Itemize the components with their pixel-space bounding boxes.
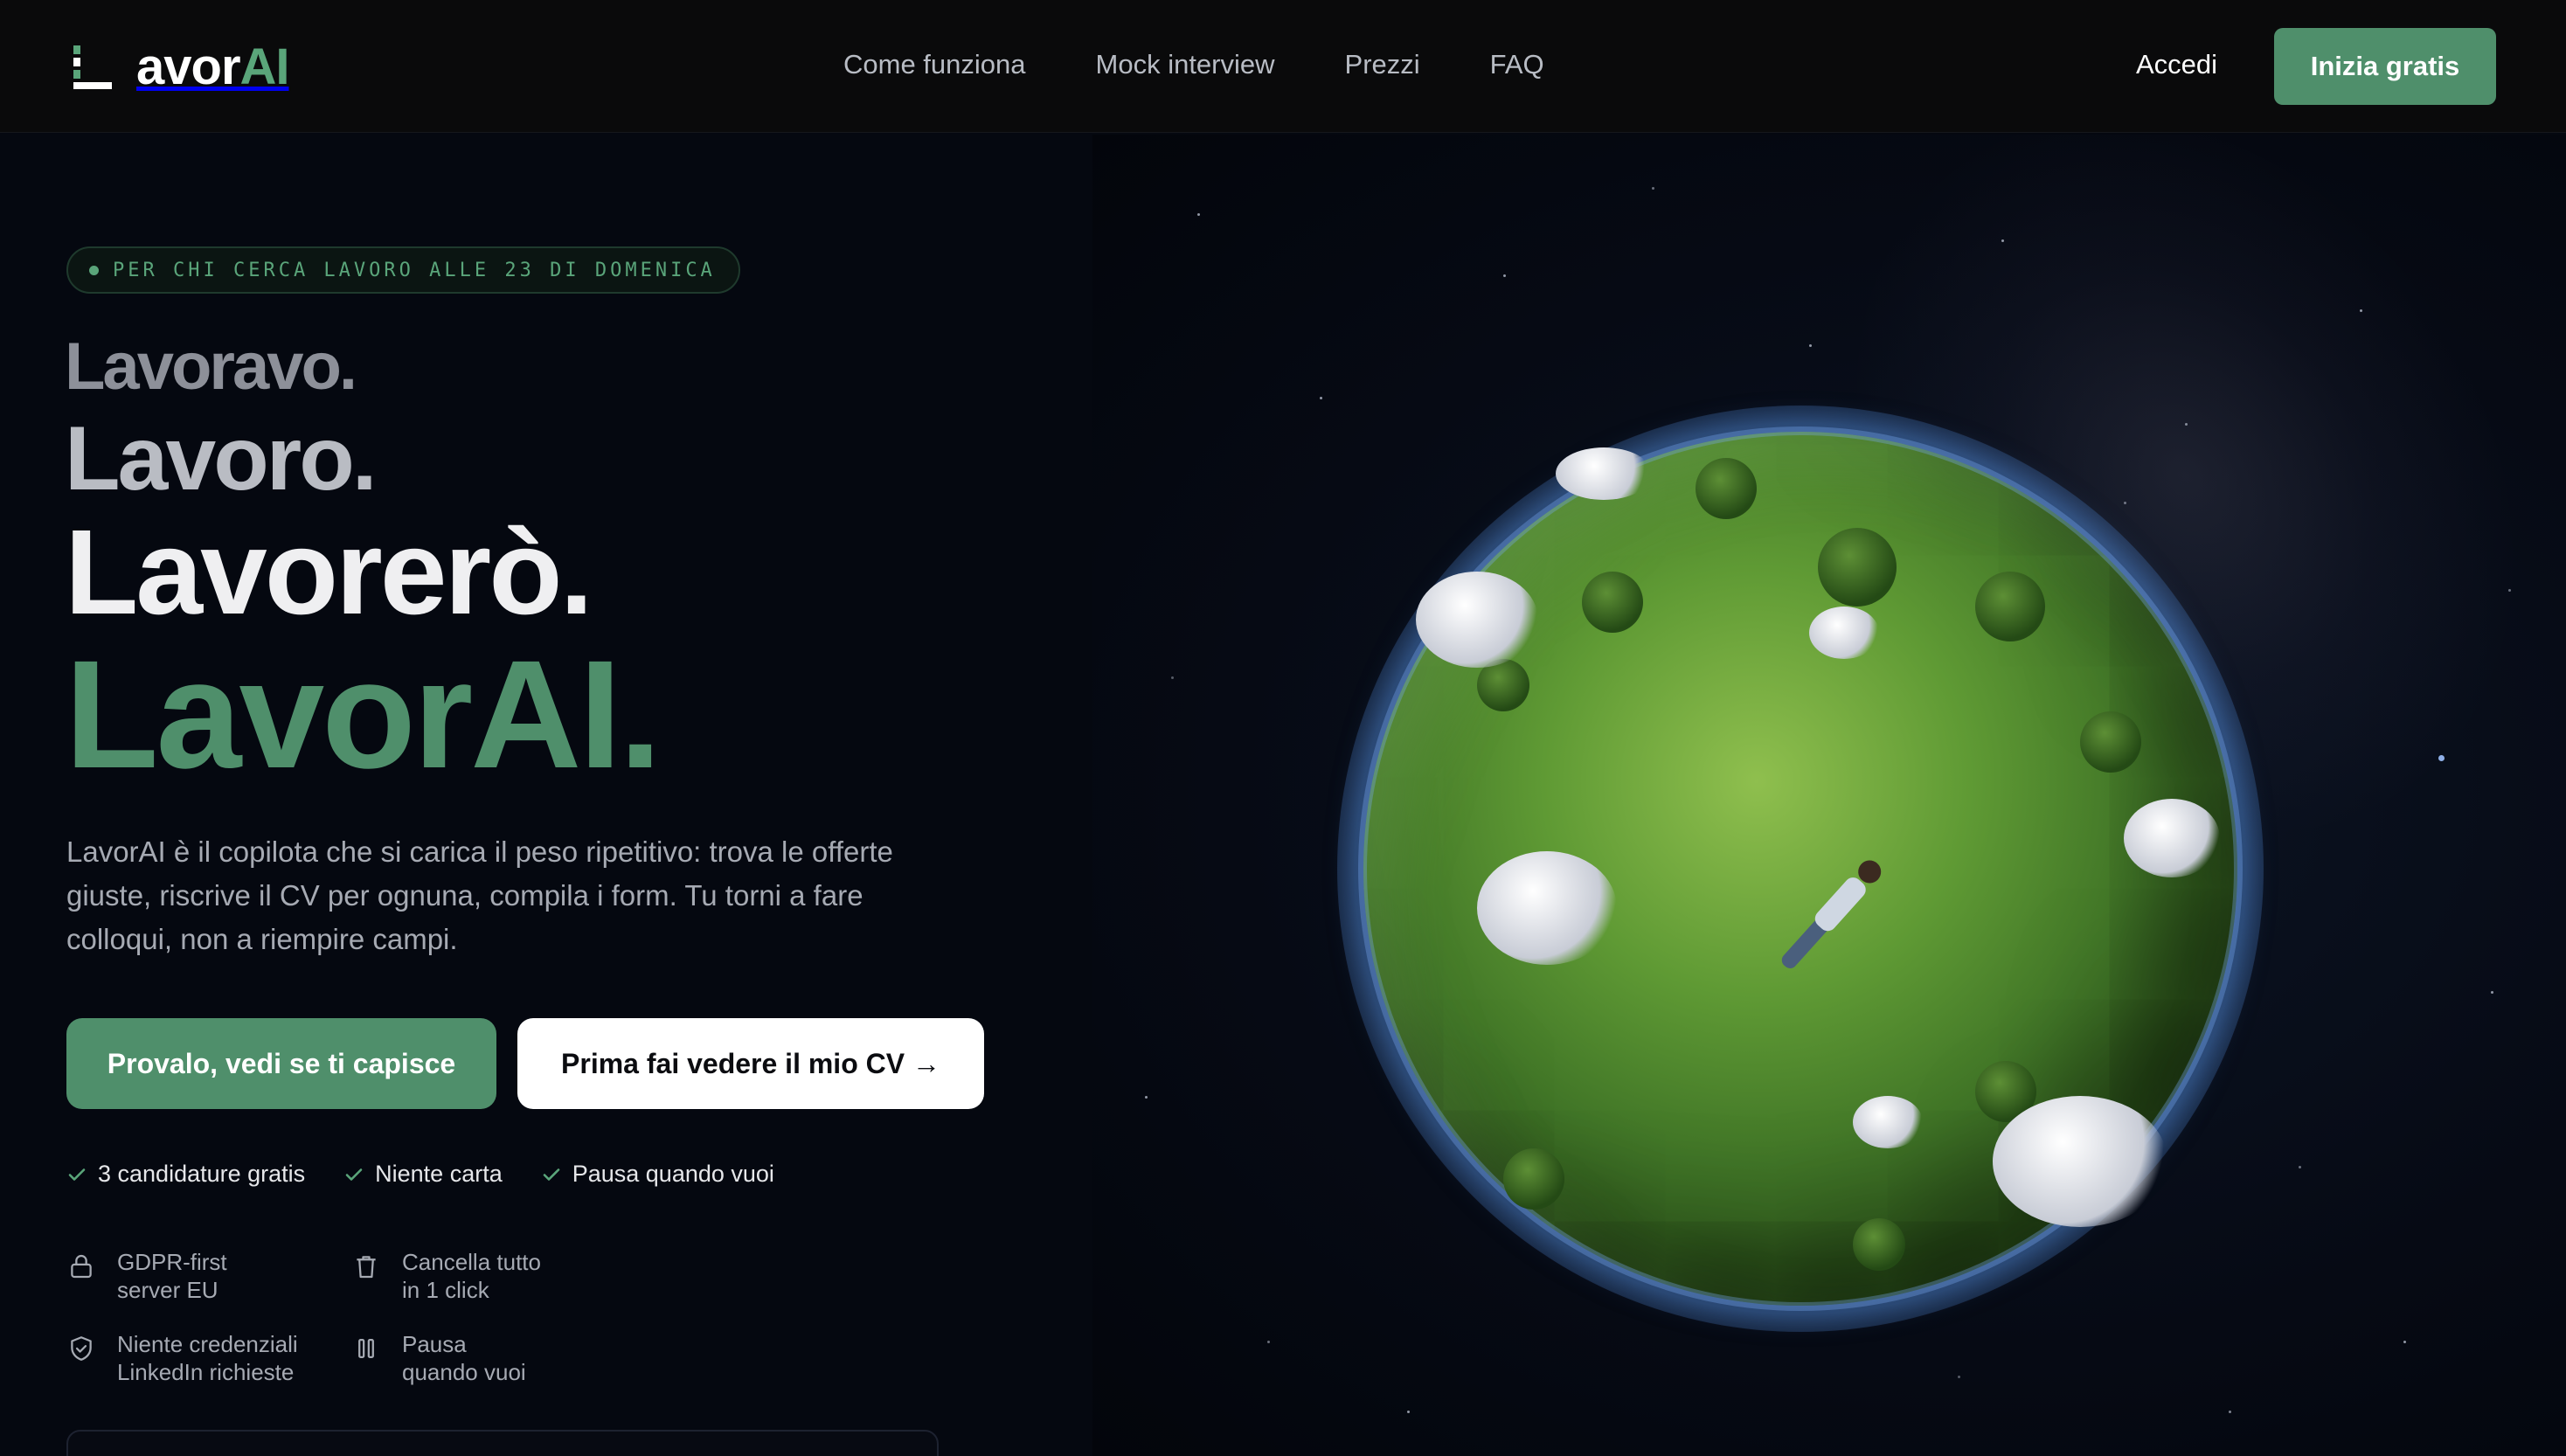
main-nav: Come funziona Mock interview Prezzi FAQ	[843, 49, 1544, 80]
show-cv-button[interactable]: Prima fai vedere il mio CV →	[517, 1018, 984, 1109]
try-it-button[interactable]: Provalo, vedi se ti capisce	[66, 1018, 496, 1109]
login-link[interactable]: Accedi	[2136, 49, 2217, 80]
bottom-card-partial	[66, 1430, 939, 1456]
audience-badge: PER CHI CERCA LAVORO ALLE 23 DI DOMENICA	[66, 246, 740, 294]
nav-link-mock-interview[interactable]: Mock interview	[1096, 49, 1275, 80]
check-item: Niente carta	[343, 1161, 503, 1188]
start-free-button[interactable]: Inizia gratis	[2274, 28, 2496, 105]
check-item: Pausa quando vuoi	[541, 1161, 774, 1188]
headline-brand: LavorAI.	[65, 629, 662, 801]
trash-icon	[357, 1256, 376, 1279]
logo-mark-icon	[70, 44, 114, 89]
headline-line-3: Lavorerò.	[65, 505, 593, 640]
pause-icon	[358, 1338, 374, 1359]
logo[interactable]: avorAI	[70, 38, 290, 95]
check-icon	[543, 1168, 560, 1181]
hero-planet-image	[1092, 135, 2566, 1456]
headline-line-1: Lavoravo.	[65, 329, 357, 404]
check-icon	[345, 1168, 363, 1181]
trust-item-gdpr: GDPR-first server EU	[66, 1248, 351, 1304]
planet-illustration	[1337, 406, 2264, 1332]
top-navigation-bar: avorAI Come funziona Mock interview Prez…	[0, 0, 2566, 133]
feature-checklist: 3 candidature gratis Niente carta Pausa …	[66, 1161, 774, 1188]
headline-line-2: Lavoro.	[65, 408, 378, 510]
check-item: 3 candidature gratis	[66, 1161, 305, 1188]
hero-description: LavorAI è il copilota che si carica il p…	[66, 835, 893, 955]
trust-item-pause: Pausa quando vuoi	[351, 1330, 614, 1386]
nav-link-prezzi[interactable]: Prezzi	[1345, 49, 1420, 80]
nav-link-come-funziona[interactable]: Come funziona	[843, 49, 1026, 80]
trust-item-delete: Cancella tutto in 1 click	[351, 1248, 614, 1304]
lock-icon	[71, 1254, 92, 1279]
trust-features: GDPR-first server EU Cancella tutto in 1 c…	[66, 1248, 614, 1386]
nav-link-faq[interactable]: FAQ	[1490, 49, 1544, 80]
trust-item-no-credentials: Niente credenziali LinkedIn richieste	[66, 1330, 351, 1386]
shield-check-icon	[71, 1336, 92, 1361]
badge-dot-icon	[89, 265, 99, 275]
logo-wordmark: avorAI	[136, 38, 290, 95]
check-icon	[68, 1168, 86, 1181]
